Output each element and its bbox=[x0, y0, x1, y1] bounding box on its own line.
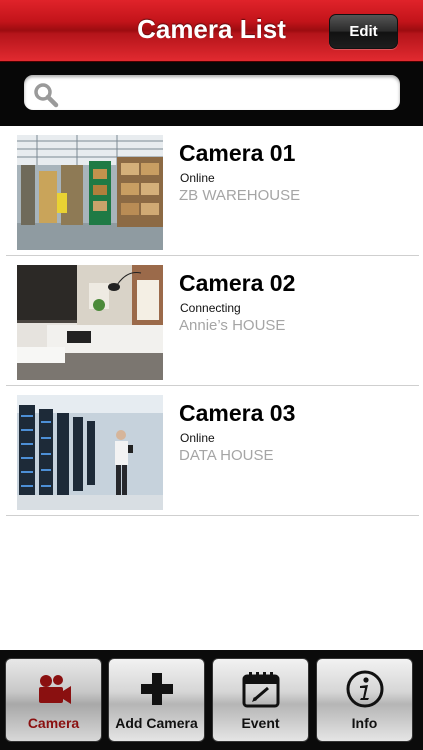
tab-label: Camera bbox=[27, 715, 80, 731]
edit-button[interactable]: Edit bbox=[329, 14, 398, 49]
info-icon bbox=[346, 670, 383, 708]
tab-camera[interactable]: Camera bbox=[5, 658, 102, 742]
camera-location: Annie’s HOUSE bbox=[179, 317, 286, 334]
camera-thumbnail bbox=[17, 135, 163, 250]
search-input[interactable] bbox=[68, 75, 388, 110]
calendar-icon bbox=[242, 672, 279, 708]
plus-icon bbox=[140, 673, 173, 705]
search-icon bbox=[34, 83, 59, 108]
camera-location: ZB WAREHOUSE bbox=[179, 187, 301, 204]
search-field[interactable] bbox=[24, 75, 400, 110]
camera-thumbnail bbox=[17, 395, 163, 510]
tab-label: Event bbox=[241, 715, 280, 731]
tab-label: Add Camera bbox=[115, 715, 198, 731]
camera-name: Camera 01 bbox=[179, 140, 296, 166]
camera-status: Online bbox=[180, 171, 215, 185]
camera-name: Camera 03 bbox=[179, 400, 296, 426]
tab-add-camera[interactable]: Add Camera bbox=[108, 658, 205, 742]
video-camera-icon bbox=[38, 675, 71, 704]
camera-list: Camera 01 Online ZB WAREHOUSE Camera 02 … bbox=[0, 126, 423, 516]
camera-row[interactable]: Camera 03 Online DATA HOUSE bbox=[6, 386, 419, 516]
nav-header: Camera List Edit bbox=[0, 0, 423, 62]
camera-name: Camera 02 bbox=[179, 270, 296, 296]
camera-row[interactable]: Camera 01 Online ZB WAREHOUSE bbox=[6, 126, 419, 256]
camera-thumbnail bbox=[17, 265, 163, 380]
tab-event[interactable]: Event bbox=[212, 658, 309, 742]
tab-bar: Camera Add Camera Event Info bbox=[0, 650, 423, 750]
camera-location: DATA HOUSE bbox=[179, 447, 274, 464]
search-bar bbox=[0, 62, 423, 126]
tab-info[interactable]: Info bbox=[316, 658, 413, 742]
camera-row[interactable]: Camera 02 Connecting Annie’s HOUSE bbox=[6, 256, 419, 386]
tab-label: Info bbox=[351, 715, 378, 731]
camera-status: Connecting bbox=[180, 301, 241, 315]
camera-status: Online bbox=[180, 431, 215, 445]
